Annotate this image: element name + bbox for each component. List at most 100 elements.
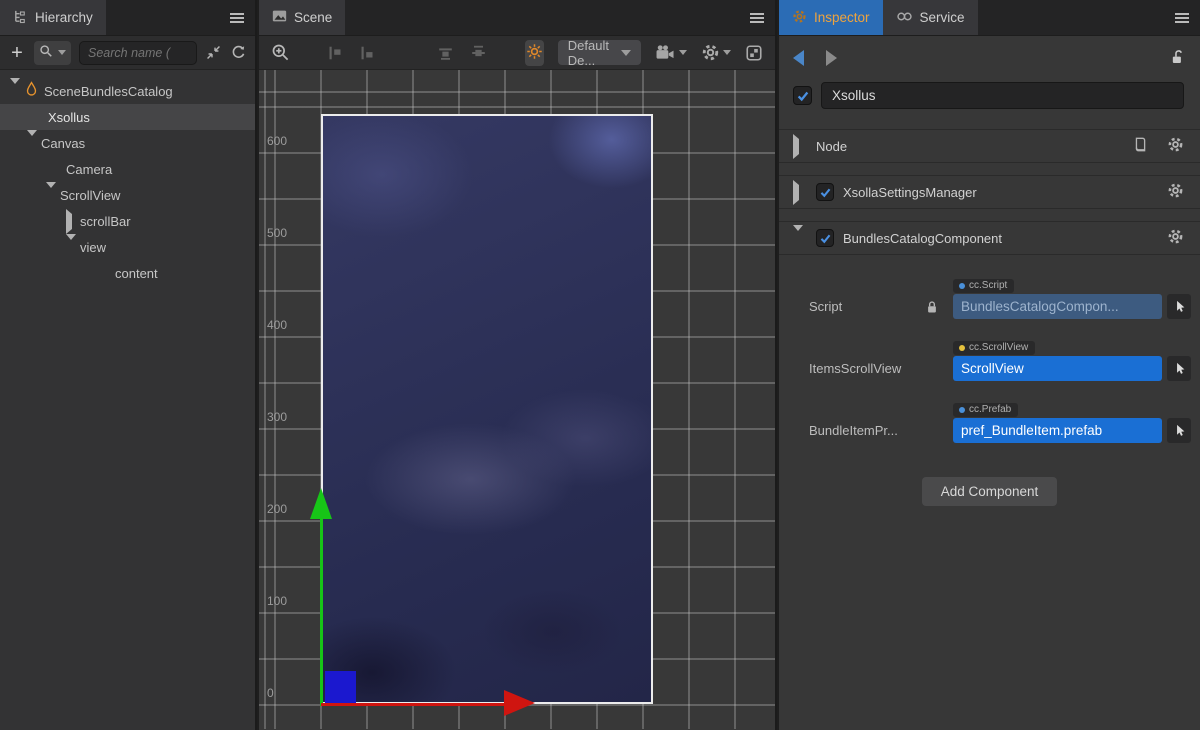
history-forward-button[interactable] — [826, 50, 837, 66]
hierarchy-tabstrip: Hierarchy — [0, 0, 255, 36]
refresh-button[interactable] — [230, 44, 247, 61]
scene-image-icon — [272, 9, 287, 26]
chevron-down-icon — [723, 50, 731, 55]
inspector-gear-icon — [792, 9, 807, 27]
expand-arrow-icon[interactable] — [46, 188, 60, 203]
design-canvas[interactable] — [321, 114, 653, 704]
cursor-picker-icon — [1173, 423, 1186, 438]
tree-item-label: Canvas — [41, 136, 85, 151]
prefab-book-icon[interactable] — [1132, 136, 1148, 156]
inspector-menu-button[interactable] — [1174, 0, 1190, 35]
x-axis-line — [321, 703, 506, 706]
scene-menu-button[interactable] — [749, 0, 765, 35]
y-axis-line — [320, 518, 323, 706]
expand-arrow-icon[interactable] — [10, 84, 24, 99]
type-dot-icon — [959, 345, 965, 351]
search-input[interactable] — [79, 41, 197, 65]
expand-arrow-icon[interactable] — [793, 231, 807, 246]
ruler-label: 300 — [267, 410, 287, 424]
tree-row-selected[interactable]: Xsollus — [0, 104, 255, 130]
type-dot-icon — [959, 407, 965, 413]
hierarchy-menu-button[interactable] — [229, 0, 245, 35]
tree-row[interactable]: SceneBundlesCatalog — [0, 78, 255, 104]
ruler-label: 100 — [267, 594, 287, 608]
add-component-wrap: Add Component — [779, 477, 1200, 506]
hierarchy-tree-icon — [13, 9, 28, 27]
expand-arrow-icon[interactable] — [66, 240, 80, 255]
ruler-label: 0 — [267, 686, 274, 700]
cursor-picker-icon — [1173, 299, 1186, 314]
collapse-arrow-icon[interactable] — [793, 139, 807, 154]
bundle-item-prefab-label: BundleItemPr... — [809, 423, 925, 443]
items-scrollview-field-wrap: cc.ScrollView ScrollView — [953, 356, 1162, 381]
tree-row[interactable]: scrollBar — [0, 208, 255, 234]
content-node-rect[interactable] — [325, 671, 356, 703]
layout-toggle-button[interactable] — [745, 44, 763, 62]
gizmo-toggle-button[interactable] — [525, 40, 544, 66]
expand-arrow-icon[interactable] — [27, 136, 41, 151]
collapse-arrow-icon[interactable] — [66, 214, 80, 229]
align-middle-icon[interactable] — [469, 44, 488, 62]
tree-row[interactable]: content — [0, 260, 255, 286]
scene-viewport[interactable]: 600 500 400 300 200 100 0 — [259, 70, 775, 729]
tree-row[interactable]: Canvas — [0, 130, 255, 156]
collapse-arrow-icon[interactable] — [793, 185, 807, 200]
tree-row[interactable]: ScrollView — [0, 182, 255, 208]
settings-manager-section-header[interactable]: XsollaSettingsManager — [779, 175, 1200, 209]
search-filter-button[interactable] — [34, 41, 71, 65]
script-field-wrap: cc.Script BundlesCatalogCompon... — [953, 294, 1162, 319]
device-dropdown-label: Default De... — [568, 38, 609, 68]
tree-row[interactable]: view — [0, 234, 255, 260]
component-gear-icon[interactable] — [1167, 182, 1184, 202]
prefab-picker-button[interactable] — [1167, 418, 1191, 443]
service-link-icon — [896, 10, 913, 26]
script-type-badge: cc.Script — [953, 279, 1014, 293]
script-reference-field[interactable]: BundlesCatalogCompon... — [953, 294, 1162, 319]
component-enabled-checkbox[interactable] — [816, 229, 834, 247]
node-section-header[interactable]: Node — [779, 129, 1200, 163]
x-axis-arrow-icon — [504, 690, 535, 716]
bundles-catalog-section-header[interactable]: BundlesCatalogComponent — [779, 221, 1200, 255]
history-back-button[interactable] — [793, 50, 804, 66]
device-dropdown[interactable]: Default De... — [558, 40, 641, 65]
tab-inspector[interactable]: Inspector — [779, 0, 883, 35]
light-gizmo-icon — [526, 43, 543, 63]
component-gear-icon[interactable] — [1167, 228, 1184, 248]
node-active-checkbox[interactable] — [793, 86, 812, 105]
tab-inspector-label: Inspector — [814, 10, 870, 25]
hierarchy-tree: SceneBundlesCatalog Xsollus Canvas Camer… — [0, 70, 255, 286]
ruler-label: 500 — [267, 226, 287, 240]
scrollview-picker-button[interactable] — [1167, 356, 1191, 381]
zoom-tool-icon[interactable] — [271, 43, 290, 62]
inspector-panel: Inspector Service — [779, 0, 1200, 730]
script-picker-button[interactable] — [1167, 294, 1191, 319]
tab-hierarchy[interactable]: Hierarchy — [0, 0, 106, 35]
hamburger-icon — [749, 12, 765, 24]
y-axis-arrow-icon — [310, 488, 332, 519]
scene-settings-button[interactable] — [701, 43, 731, 62]
bundle-item-prefab-reference-field[interactable]: pref_BundleItem.prefab — [953, 418, 1162, 443]
scene-panel: Scene — [259, 0, 777, 730]
tree-row[interactable]: Camera — [0, 156, 255, 182]
add-component-button[interactable]: Add Component — [922, 477, 1058, 506]
align-left-icon[interactable] — [327, 44, 345, 62]
align-top-icon[interactable] — [436, 44, 455, 62]
node-name-input[interactable] — [821, 82, 1184, 109]
inspector-tabstrip: Inspector Service — [779, 0, 1200, 36]
items-scrollview-reference-field[interactable]: ScrollView — [953, 356, 1162, 381]
tree-item-label: Camera — [66, 162, 112, 177]
tree-item-label: scrollBar — [80, 214, 131, 229]
align-right-icon[interactable] — [359, 44, 377, 62]
tree-item-label: SceneBundlesCatalog — [44, 84, 173, 99]
node-gear-icon[interactable] — [1167, 136, 1184, 156]
tab-service[interactable]: Service — [883, 0, 978, 35]
collapse-all-button[interactable] — [205, 44, 222, 61]
create-node-button[interactable]: + — [8, 43, 26, 63]
camera-dropdown-button[interactable] — [655, 44, 687, 61]
lock-open-icon[interactable] — [1169, 48, 1186, 69]
hamburger-icon — [1174, 12, 1190, 24]
tab-scene[interactable]: Scene — [259, 0, 345, 35]
cursor-picker-icon — [1173, 361, 1186, 376]
search-icon — [39, 44, 53, 61]
component-enabled-checkbox[interactable] — [816, 183, 834, 201]
